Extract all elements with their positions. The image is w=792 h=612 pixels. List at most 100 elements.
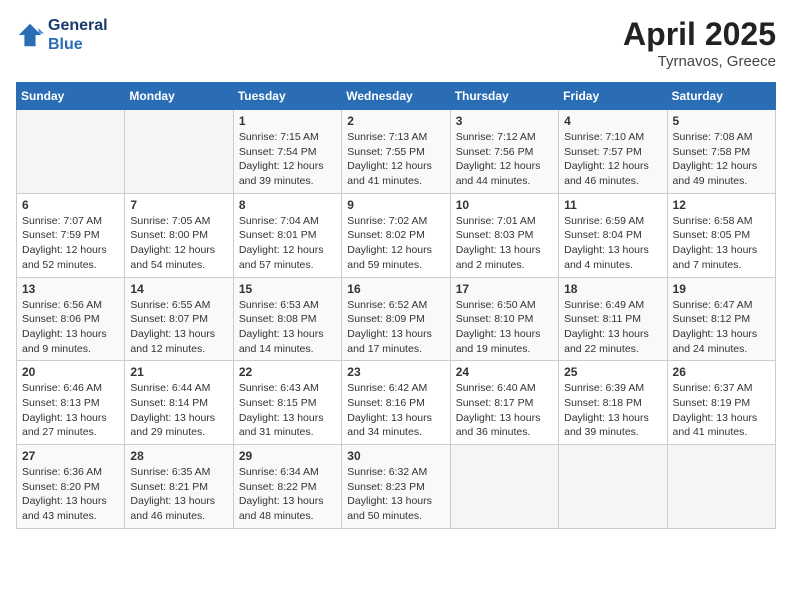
calendar-week-row: 6 Sunrise: 7:07 AM Sunset: 7:59 PM Daylig… (17, 193, 776, 277)
weekday-header: Monday (125, 83, 233, 110)
calendar-cell (125, 110, 233, 194)
day-content: Sunrise: 7:10 AM Sunset: 7:57 PM Dayligh… (564, 130, 661, 189)
day-content: Sunrise: 6:56 AM Sunset: 8:06 PM Dayligh… (22, 298, 119, 357)
calendar-cell: 10 Sunrise: 7:01 AM Sunset: 8:03 PM Dayli… (450, 193, 558, 277)
month-title: April 2025 (623, 16, 776, 53)
day-content: Sunrise: 6:59 AM Sunset: 8:04 PM Dayligh… (564, 214, 661, 273)
calendar-cell: 27 Sunrise: 6:36 AM Sunset: 8:20 PM Dayli… (17, 445, 125, 529)
day-number: 6 (22, 198, 119, 212)
calendar-cell: 15Sunrise: 6:53 AM Sunset: 8:08 PM Dayli… (233, 277, 341, 361)
calendar-cell: 25Sunrise: 6:39 AM Sunset: 8:18 PM Dayli… (559, 361, 667, 445)
calendar-cell: 20 Sunrise: 6:46 AM Sunset: 8:13 PM Dayli… (17, 361, 125, 445)
calendar-cell: 21 Sunrise: 6:44 AM Sunset: 8:14 PM Dayli… (125, 361, 233, 445)
day-content: Sunrise: 7:15 AM Sunset: 7:54 PM Dayligh… (239, 130, 336, 189)
day-number: 18 (564, 282, 661, 296)
calendar-cell: 22Sunrise: 6:43 AM Sunset: 8:15 PM Dayli… (233, 361, 341, 445)
calendar-week-row: 1 Sunrise: 7:15 AM Sunset: 7:54 PM Daylig… (17, 110, 776, 194)
day-number: 5 (673, 114, 770, 128)
day-content: Sunrise: 6:43 AM Sunset: 8:15 PM Dayligh… (239, 381, 336, 440)
day-content: Sunrise: 7:08 AM Sunset: 7:58 PM Dayligh… (673, 130, 770, 189)
calendar-week-row: 20 Sunrise: 6:46 AM Sunset: 8:13 PM Dayli… (17, 361, 776, 445)
day-number: 29 (239, 449, 336, 463)
day-content: Sunrise: 7:07 AM Sunset: 7:59 PM Dayligh… (22, 214, 119, 273)
calendar-cell: 3Sunrise: 7:12 AM Sunset: 7:56 PM Daylig… (450, 110, 558, 194)
calendar-cell (667, 445, 775, 529)
day-content: Sunrise: 7:01 AM Sunset: 8:03 PM Dayligh… (456, 214, 553, 273)
logo-text-line1: General (48, 16, 108, 35)
calendar-cell: 4 Sunrise: 7:10 AM Sunset: 7:57 PM Daylig… (559, 110, 667, 194)
day-content: Sunrise: 6:40 AM Sunset: 8:17 PM Dayligh… (456, 381, 553, 440)
calendar-cell: 18 Sunrise: 6:49 AM Sunset: 8:11 PM Dayli… (559, 277, 667, 361)
day-content: Sunrise: 6:44 AM Sunset: 8:14 PM Dayligh… (130, 381, 227, 440)
day-number: 7 (130, 198, 227, 212)
day-content: Sunrise: 6:50 AM Sunset: 8:10 PM Dayligh… (456, 298, 553, 357)
calendar-cell: 16Sunrise: 6:52 AM Sunset: 8:09 PM Dayli… (342, 277, 450, 361)
day-content: Sunrise: 6:42 AM Sunset: 8:16 PM Dayligh… (347, 381, 444, 440)
logo-text-line2: Blue (48, 35, 108, 54)
day-content: Sunrise: 6:58 AM Sunset: 8:05 PM Dayligh… (673, 214, 770, 273)
day-number: 25 (564, 365, 661, 379)
day-number: 15 (239, 282, 336, 296)
day-number: 19 (673, 282, 770, 296)
day-content: Sunrise: 6:32 AM Sunset: 8:23 PM Dayligh… (347, 465, 444, 524)
calendar-week-row: 27 Sunrise: 6:36 AM Sunset: 8:20 PM Dayli… (17, 445, 776, 529)
day-number: 1 (239, 114, 336, 128)
logo-icon (16, 21, 44, 49)
day-number: 12 (673, 198, 770, 212)
day-number: 28 (130, 449, 227, 463)
day-content: Sunrise: 6:49 AM Sunset: 8:11 PM Dayligh… (564, 298, 661, 357)
day-number: 16 (347, 282, 444, 296)
day-content: Sunrise: 7:05 AM Sunset: 8:00 PM Dayligh… (130, 214, 227, 273)
page-header: General Blue April 2025 Tyrnavos, Greece (16, 16, 776, 70)
calendar-cell: 24 Sunrise: 6:40 AM Sunset: 8:17 PM Dayli… (450, 361, 558, 445)
calendar-cell: 2 Sunrise: 7:13 AM Sunset: 7:55 PM Daylig… (342, 110, 450, 194)
calendar-cell: 7 Sunrise: 7:05 AM Sunset: 8:00 PM Daylig… (125, 193, 233, 277)
day-content: Sunrise: 7:04 AM Sunset: 8:01 PM Dayligh… (239, 214, 336, 273)
calendar-cell: 26 Sunrise: 6:37 AM Sunset: 8:19 PM Dayli… (667, 361, 775, 445)
day-number: 23 (347, 365, 444, 379)
day-content: Sunrise: 6:36 AM Sunset: 8:20 PM Dayligh… (22, 465, 119, 524)
day-content: Sunrise: 6:37 AM Sunset: 8:19 PM Dayligh… (673, 381, 770, 440)
day-content: Sunrise: 6:55 AM Sunset: 8:07 PM Dayligh… (130, 298, 227, 357)
calendar-cell (559, 445, 667, 529)
calendar-header-row: SundayMondayTuesdayWednesdayThursdayFrid… (17, 83, 776, 110)
day-number: 24 (456, 365, 553, 379)
day-number: 11 (564, 198, 661, 212)
calendar-cell: 11 Sunrise: 6:59 AM Sunset: 8:04 PM Dayli… (559, 193, 667, 277)
calendar-cell: 30 Sunrise: 6:32 AM Sunset: 8:23 PM Dayli… (342, 445, 450, 529)
location: Tyrnavos, Greece (623, 53, 776, 70)
day-number: 10 (456, 198, 553, 212)
calendar-cell: 28Sunrise: 6:35 AM Sunset: 8:21 PM Dayli… (125, 445, 233, 529)
day-number: 30 (347, 449, 444, 463)
day-number: 14 (130, 282, 227, 296)
calendar-cell (17, 110, 125, 194)
day-number: 21 (130, 365, 227, 379)
calendar-week-row: 13 Sunrise: 6:56 AM Sunset: 8:06 PM Dayli… (17, 277, 776, 361)
weekday-header: Saturday (667, 83, 775, 110)
calendar-cell: 14 Sunrise: 6:55 AM Sunset: 8:07 PM Dayli… (125, 277, 233, 361)
day-content: Sunrise: 6:46 AM Sunset: 8:13 PM Dayligh… (22, 381, 119, 440)
calendar-cell: 29 Sunrise: 6:34 AM Sunset: 8:22 PM Dayli… (233, 445, 341, 529)
day-content: Sunrise: 7:13 AM Sunset: 7:55 PM Dayligh… (347, 130, 444, 189)
day-number: 8 (239, 198, 336, 212)
day-content: Sunrise: 6:47 AM Sunset: 8:12 PM Dayligh… (673, 298, 770, 357)
day-number: 20 (22, 365, 119, 379)
day-content: Sunrise: 6:34 AM Sunset: 8:22 PM Dayligh… (239, 465, 336, 524)
day-number: 27 (22, 449, 119, 463)
day-number: 4 (564, 114, 661, 128)
day-content: Sunrise: 7:02 AM Sunset: 8:02 PM Dayligh… (347, 214, 444, 273)
weekday-header: Thursday (450, 83, 558, 110)
calendar-cell: 8 Sunrise: 7:04 AM Sunset: 8:01 PM Daylig… (233, 193, 341, 277)
calendar-cell: 9Sunrise: 7:02 AM Sunset: 8:02 PM Daylig… (342, 193, 450, 277)
calendar-cell: 23 Sunrise: 6:42 AM Sunset: 8:16 PM Dayli… (342, 361, 450, 445)
calendar-table: SundayMondayTuesdayWednesdayThursdayFrid… (16, 82, 776, 529)
weekday-header: Tuesday (233, 83, 341, 110)
day-number: 13 (22, 282, 119, 296)
calendar-cell: 1 Sunrise: 7:15 AM Sunset: 7:54 PM Daylig… (233, 110, 341, 194)
day-number: 26 (673, 365, 770, 379)
calendar-cell: 17Sunrise: 6:50 AM Sunset: 8:10 PM Dayli… (450, 277, 558, 361)
weekday-header: Friday (559, 83, 667, 110)
day-number: 2 (347, 114, 444, 128)
day-number: 3 (456, 114, 553, 128)
calendar-cell: 12 Sunrise: 6:58 AM Sunset: 8:05 PM Dayli… (667, 193, 775, 277)
